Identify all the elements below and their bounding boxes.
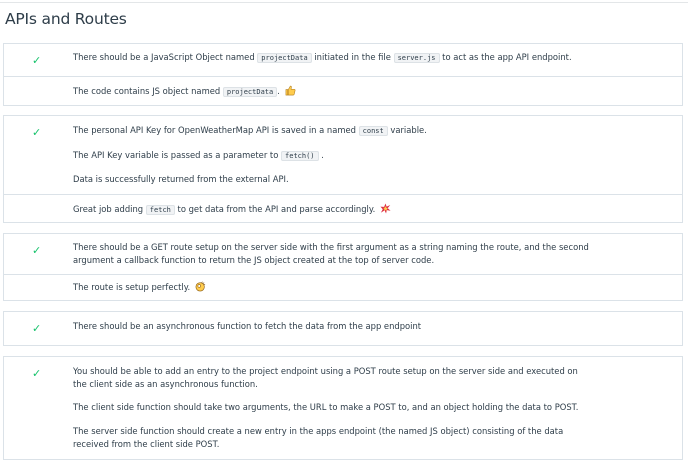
code-snippet: const (358, 126, 388, 136)
reviewer-comment: Great job adding fetch to get data from … (4, 194, 682, 222)
criterion-card-4: ✓ There should be an asynchronous functi… (3, 311, 683, 346)
requirement-part: to act as the app API endpoint. (439, 52, 572, 62)
requirement-text: There should be a JavaScript Object name… (73, 51, 633, 65)
criterion-requirements: ✓ You should be able to add an entry to … (4, 357, 682, 459)
thumbs-up-icon (285, 85, 296, 100)
criterion-requirements: ✓ There should be a GET route setup on t… (4, 234, 682, 274)
code-snippet: server.js (393, 53, 440, 63)
comment-text: The route is setup perfectly. (73, 281, 633, 296)
code-snippet: fetch() (281, 151, 319, 161)
requirement-part: variable. (387, 125, 427, 135)
requirement-part: There should be a JavaScript Object name… (73, 52, 258, 62)
section-title: APIs and Routes (5, 10, 127, 28)
comment-text: Great job adding fetch to get data from … (73, 203, 633, 218)
requirement-text: There should be a GET route setup on the… (73, 242, 589, 252)
comment-text: The code contains JS object named projec… (73, 85, 633, 100)
code-snippet: projectData (222, 87, 278, 97)
reviewer-comment: The route is setup perfectly. (4, 274, 682, 300)
criterion-card-2: ✓ The personal API Key for OpenWeatherMa… (3, 115, 683, 223)
requirement-text: You should be able to add an entry to th… (73, 366, 578, 376)
requirement-text: received from the client side POST. (73, 439, 220, 449)
criterion-requirements: ✓ There should be an asynchronous functi… (4, 312, 682, 345)
requirement-part: initiated in the file (311, 52, 394, 62)
checkmark-icon: ✓ (32, 244, 42, 257)
requirement-part: . (318, 150, 324, 160)
comment-part: . (277, 86, 283, 96)
criterion-card-3: ✓ There should be a GET route setup on t… (3, 233, 683, 301)
requirement-text: The API Key variable is passed as a para… (73, 149, 633, 163)
comment-part: to get data from the API and parse accor… (174, 204, 378, 214)
collision-icon (380, 203, 391, 218)
code-snippet: projectData (257, 53, 312, 63)
comment-part: The code contains JS object named (73, 86, 223, 96)
top-divider (0, 2, 688, 3)
requirement-text: The server side function should create a… (73, 426, 564, 436)
requirement-text: the client side as an asynchronous funct… (73, 379, 258, 389)
checkmark-icon: ✓ (32, 322, 42, 335)
requirement-text: argument a callback function to return t… (73, 255, 435, 265)
ok-hand-icon (195, 281, 206, 296)
requirement-part: The API Key variable is passed as a para… (73, 150, 282, 160)
requirement-text: Data is successfully returned from the e… (73, 174, 289, 184)
checkmark-icon: ✓ (32, 367, 42, 380)
checkmark-icon: ✓ (32, 126, 42, 139)
comment-part: The route is setup perfectly. (73, 282, 193, 292)
code-snippet: fetch (145, 205, 175, 215)
criterion-requirements: ✓ The personal API Key for OpenWeatherMa… (4, 116, 682, 194)
requirement-text: The personal API Key for OpenWeatherMap … (73, 124, 633, 138)
requirement-part: The personal API Key for OpenWeatherMap … (73, 125, 359, 135)
criterion-requirements: ✓ There should be a JavaScript Object na… (4, 44, 682, 76)
criterion-card-5: ✓ You should be able to add an entry to … (3, 356, 683, 460)
requirement-text: The client side function should take two… (73, 402, 579, 412)
reviewer-comment: The code contains JS object named projec… (4, 76, 682, 105)
checkmark-icon: ✓ (32, 54, 42, 67)
comment-part: Great job adding (73, 204, 146, 214)
criterion-card-1: ✓ There should be a JavaScript Object na… (3, 43, 683, 106)
requirement-text: There should be an asynchronous function… (73, 321, 422, 331)
